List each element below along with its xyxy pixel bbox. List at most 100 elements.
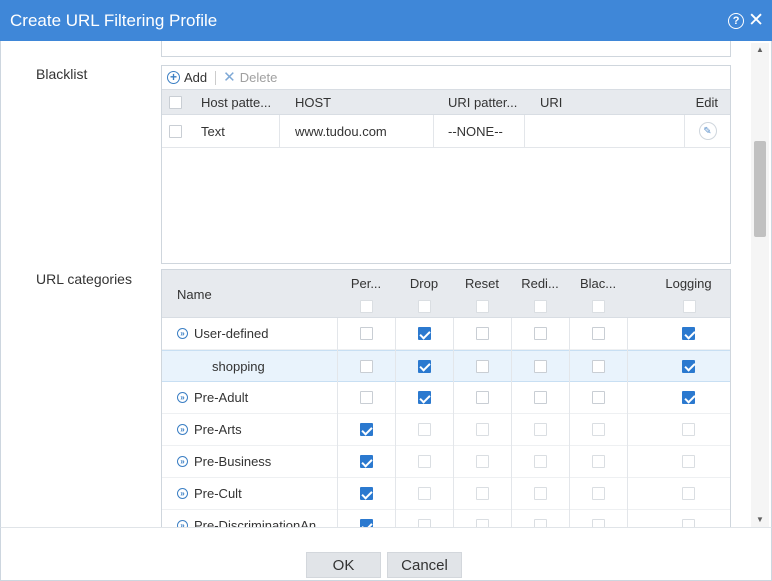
- uri-pattern-cell: --NONE--: [434, 115, 525, 147]
- reset-checkbox[interactable]: [475, 487, 489, 500]
- list-item[interactable]: » Pre-Adult: [162, 382, 730, 414]
- blacklist-checkbox[interactable]: [591, 455, 605, 468]
- permit-checkbox[interactable]: [359, 391, 373, 404]
- column-divider: [511, 318, 512, 527]
- redirect-checkbox[interactable]: [533, 519, 547, 527]
- drop-checkbox[interactable]: [417, 423, 431, 436]
- reset-all-checkbox[interactable]: [476, 300, 489, 313]
- logging-checkbox[interactable]: [682, 391, 695, 404]
- logging-checkbox[interactable]: [682, 327, 695, 340]
- scrollbar-thumb[interactable]: [754, 141, 766, 237]
- list-item[interactable]: shopping: [162, 350, 730, 382]
- reset-checkbox[interactable]: [475, 455, 489, 468]
- drop-checkbox[interactable]: [417, 487, 431, 500]
- close-icon[interactable]: ✕: [748, 11, 764, 30]
- redirect-checkbox[interactable]: [533, 391, 547, 404]
- category-name: Pre-Business: [194, 454, 272, 469]
- blacklist-all-checkbox[interactable]: [592, 300, 605, 313]
- reset-checkbox[interactable]: [475, 519, 489, 527]
- list-item[interactable]: » User-defined: [162, 318, 730, 350]
- select-all-checkbox[interactable]: [168, 95, 182, 109]
- delete-button[interactable]: ✕ Delete: [223, 70, 277, 85]
- list-item[interactable]: » Pre-Business: [162, 446, 730, 478]
- redirect-checkbox[interactable]: [533, 487, 547, 500]
- blacklist-checkbox[interactable]: [591, 391, 605, 404]
- logging-cell: [627, 414, 730, 445]
- category-name-cell: » Pre-Business: [177, 446, 271, 477]
- logging-checkbox[interactable]: [682, 487, 695, 500]
- redirect-checkbox[interactable]: [533, 423, 547, 436]
- blacklist-checkbox[interactable]: [591, 487, 605, 500]
- drop-all-checkbox[interactable]: [418, 300, 431, 313]
- scroll-down-arrow-icon[interactable]: ▼: [751, 513, 769, 527]
- expand-chevron-icon[interactable]: »: [177, 424, 188, 435]
- blacklist-checkbox[interactable]: [591, 519, 605, 527]
- logging-checkbox[interactable]: [682, 359, 695, 373]
- drop-checkbox[interactable]: [417, 327, 431, 340]
- permit-checkbox[interactable]: [359, 327, 373, 340]
- logging-checkbox[interactable]: [682, 423, 695, 436]
- permit-cell: [337, 446, 395, 477]
- scroll-up-arrow-icon[interactable]: ▲: [751, 43, 769, 57]
- logging-all-checkbox[interactable]: [682, 300, 696, 313]
- blacklist-checkbox[interactable]: [591, 327, 605, 340]
- table-row[interactable]: Text www.tudou.com --NONE-- ✎: [162, 115, 730, 148]
- expand-chevron-icon[interactable]: »: [177, 456, 188, 467]
- expand-chevron-icon[interactable]: »: [177, 488, 188, 499]
- permit-header-label: Per...: [350, 276, 382, 291]
- permit-checkbox[interactable]: [359, 487, 373, 500]
- drop-checkbox[interactable]: [417, 391, 431, 404]
- column-header-uri[interactable]: URI: [525, 90, 685, 114]
- expand-chevron-icon[interactable]: »: [177, 392, 188, 403]
- logging-checkbox[interactable]: [682, 519, 695, 527]
- list-item[interactable]: » Pre-Cult: [162, 478, 730, 510]
- drop-checkbox[interactable]: [417, 455, 431, 468]
- column-header-uri-pattern[interactable]: URI patter...: [434, 90, 525, 114]
- logging-checkbox[interactable]: [682, 455, 695, 468]
- redirect-all-checkbox[interactable]: [534, 300, 547, 313]
- expand-chevron-icon[interactable]: »: [177, 520, 188, 527]
- column-header-edit: Edit: [695, 94, 718, 110]
- url-categories-grid: Name Per... Drop Reset Redi... Blac... L…: [161, 269, 731, 527]
- permit-checkbox[interactable]: [359, 455, 373, 468]
- reset-checkbox[interactable]: [475, 423, 489, 436]
- redirect-checkbox[interactable]: [533, 359, 547, 373]
- cancel-button[interactable]: Cancel: [387, 552, 462, 578]
- redirect-cell: [511, 318, 569, 349]
- plus-circle-icon: +: [167, 71, 180, 84]
- blacklist-checkbox[interactable]: [591, 359, 605, 373]
- permit-cell: [337, 414, 395, 445]
- logging-cell: [627, 318, 730, 349]
- permit-checkbox[interactable]: [359, 359, 373, 373]
- url-categories-rows: » User-defined shopping » Pre-Adult » Pre-Arts…: [162, 318, 730, 527]
- row-checkbox[interactable]: [168, 124, 182, 138]
- edit-pencil-icon[interactable]: ✎: [698, 122, 717, 140]
- column-header-host[interactable]: HOST: [280, 90, 434, 114]
- vertical-scrollbar[interactable]: ▲ ▼: [751, 43, 769, 527]
- column-divider: [395, 318, 396, 527]
- reset-checkbox[interactable]: [475, 391, 489, 404]
- reset-cell: [453, 382, 511, 413]
- logging-cell: [627, 382, 730, 413]
- drop-checkbox[interactable]: [417, 519, 431, 527]
- drop-checkbox[interactable]: [417, 359, 431, 373]
- permit-checkbox[interactable]: [359, 519, 373, 527]
- redirect-checkbox[interactable]: [533, 455, 547, 468]
- reset-checkbox[interactable]: [475, 327, 489, 340]
- logging-cell: [627, 351, 730, 381]
- blacklist-checkbox[interactable]: [591, 423, 605, 436]
- list-item[interactable]: » Pre-Arts: [162, 414, 730, 446]
- help-icon[interactable]: ?: [728, 12, 745, 29]
- expand-chevron-icon[interactable]: »: [177, 328, 188, 339]
- column-header-host-pattern[interactable]: Host patte...: [188, 90, 280, 114]
- list-item[interactable]: » Pre-DiscriminationAn...: [162, 510, 730, 527]
- add-button[interactable]: + Add: [167, 70, 207, 85]
- permit-checkbox[interactable]: [359, 423, 373, 436]
- reset-checkbox[interactable]: [475, 359, 489, 373]
- ok-button[interactable]: OK: [306, 552, 381, 578]
- redirect-checkbox[interactable]: [533, 327, 547, 340]
- redirect-cell: [511, 510, 569, 527]
- blacklist-cell: [569, 478, 627, 509]
- permit-all-checkbox[interactable]: [360, 300, 373, 313]
- column-header-name[interactable]: Name: [177, 287, 212, 302]
